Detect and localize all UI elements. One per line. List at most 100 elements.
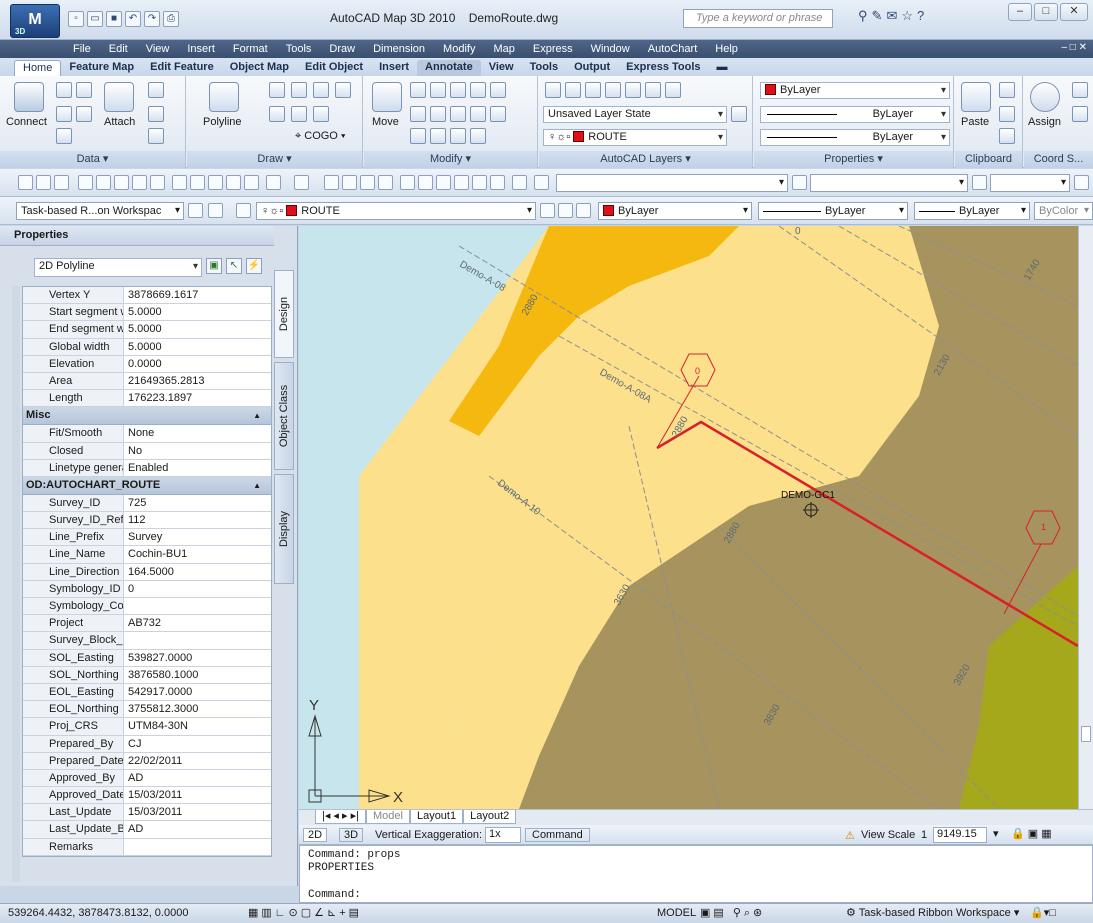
object-data-row[interactable]: Line_Prefix Survey xyxy=(23,529,271,547)
tab-design[interactable]: Design xyxy=(274,270,294,358)
minimize-button[interactable]: – xyxy=(1008,3,1032,21)
panel-clipboard-label[interactable]: Clipboard xyxy=(955,151,1022,168)
property-value[interactable]: UTM84-30N xyxy=(124,718,271,734)
object-data-row[interactable]: Line_Name Cochin-BU1 xyxy=(23,546,271,564)
tab-output[interactable]: Output xyxy=(566,60,618,76)
tab-layout1[interactable]: Layout1 xyxy=(409,810,464,824)
layer-previous-icon[interactable] xyxy=(585,82,601,98)
property-value[interactable] xyxy=(124,598,271,614)
table-icon[interactable] xyxy=(56,128,72,144)
layer-freeze-icon[interactable] xyxy=(645,82,661,98)
line-icon[interactable] xyxy=(291,82,307,98)
object-data-row[interactable]: Prepared_Date 22/02/2011 xyxy=(23,752,271,770)
tab-annotate[interactable]: Annotate xyxy=(417,60,481,76)
property-value[interactable]: 15/03/2011 xyxy=(124,804,271,820)
color-toolbar-select[interactable]: ByLayer xyxy=(598,202,752,220)
move-icon[interactable] xyxy=(372,82,402,112)
markup-icon[interactable] xyxy=(472,175,487,190)
object-data-row[interactable]: Last_Update 15/03/2011 xyxy=(23,804,271,822)
layer-properties-icon[interactable] xyxy=(545,82,561,98)
property-value[interactable]: 5.0000 xyxy=(124,304,271,320)
workspace-settings-icon[interactable] xyxy=(188,203,203,218)
properties-tb-icon[interactable] xyxy=(400,175,415,190)
erase-icon[interactable] xyxy=(470,128,486,144)
tab-nav-icon[interactable]: |◂ ◂ ▸ ▸| xyxy=(315,810,366,824)
object-data-row[interactable]: Last_Update_By AD xyxy=(23,821,271,839)
scale-icon[interactable] xyxy=(430,106,446,122)
publish-icon[interactable] xyxy=(114,175,129,190)
geometry-row[interactable]: Area 21649365.2813 xyxy=(23,372,271,391)
menu-format[interactable]: Format xyxy=(224,43,277,55)
command-window[interactable]: Command: props PROPERTIES Command: xyxy=(299,845,1093,903)
property-value[interactable]: 0.0000 xyxy=(124,356,271,372)
menu-help[interactable]: Help xyxy=(706,43,747,55)
paste-button[interactable]: Paste xyxy=(961,116,989,128)
trim-icon[interactable] xyxy=(470,106,486,122)
geometry-row[interactable]: Start segment wi...5.0000 xyxy=(23,304,271,322)
object-data-row[interactable]: Approved_By AD xyxy=(23,769,271,788)
point-icon[interactable] xyxy=(335,82,351,98)
property-value[interactable]: Cochin-BU1 xyxy=(124,546,271,562)
calculator-icon[interactable] xyxy=(490,175,505,190)
panel-draw-label[interactable]: Draw ▾ xyxy=(187,151,362,168)
object-data-row[interactable]: Symbology_Code xyxy=(23,598,271,616)
property-value[interactable]: AD xyxy=(124,821,271,837)
tab-insert[interactable]: Insert xyxy=(371,60,417,76)
panel-data-label[interactable]: Data ▾ xyxy=(0,151,185,168)
undo-tb-icon[interactable] xyxy=(266,175,281,190)
property-value[interactable]: 725 xyxy=(124,495,271,511)
cut-icon[interactable] xyxy=(999,82,1015,98)
polyline-button[interactable]: Polyline xyxy=(203,116,242,128)
quick-select-icon[interactable]: ⚡ xyxy=(246,258,262,274)
redo-icon[interactable]: ↷ xyxy=(144,11,160,27)
cogo-button[interactable]: ⌖ COGO ▾ xyxy=(295,130,346,143)
sheet-set-manager-icon[interactable] xyxy=(454,175,469,190)
view-2d-button[interactable]: 2D xyxy=(303,828,328,842)
break-icon[interactable] xyxy=(410,128,426,144)
menu-tools[interactable]: Tools xyxy=(277,43,321,55)
menu-modify[interactable]: Modify xyxy=(434,43,484,55)
copy-icon[interactable] xyxy=(430,82,446,98)
plot-icon[interactable] xyxy=(78,175,93,190)
zoom-window-icon[interactable] xyxy=(360,175,375,190)
layer-lock-icon[interactable] xyxy=(665,82,681,98)
explode-icon[interactable] xyxy=(490,82,506,98)
tab-feature-map[interactable]: Feature Map xyxy=(61,60,142,76)
property-value[interactable]: 164.5000 xyxy=(124,564,271,580)
copy-clip-icon[interactable] xyxy=(999,106,1015,122)
rotate-icon[interactable] xyxy=(410,82,426,98)
geometry-row[interactable]: Length 176223.1897 xyxy=(23,390,271,408)
property-value[interactable] xyxy=(124,839,271,855)
property-value[interactable]: 22/02/2011 xyxy=(124,753,271,769)
object-data-row[interactable]: EOL_Easting 542917.0000 xyxy=(23,683,271,702)
save-file-icon[interactable] xyxy=(54,175,69,190)
tab-model[interactable]: Model xyxy=(365,810,410,824)
panel-modify-label[interactable]: Modify ▾ xyxy=(364,151,537,168)
circle-icon[interactable] xyxy=(269,106,285,122)
od-category[interactable]: OD:AUTOCHART_ROUTE xyxy=(23,476,271,495)
tab-home[interactable]: Home xyxy=(14,60,62,76)
property-value[interactable]: 3876580.1000 xyxy=(124,667,271,683)
dim-style-select[interactable] xyxy=(810,174,968,192)
object-data-row[interactable]: SOL_Northing 3876580.1000 xyxy=(23,666,271,684)
property-value[interactable]: 539827.0000 xyxy=(124,650,271,666)
design-center-icon[interactable] xyxy=(418,175,433,190)
misc-category[interactable]: Misc xyxy=(23,407,271,426)
object-data-row[interactable]: Remarks xyxy=(23,838,271,856)
vertical-scroll-thumb[interactable] xyxy=(1081,726,1091,742)
property-value[interactable]: AD xyxy=(124,770,271,786)
model-button[interactable]: MODEL xyxy=(654,904,699,923)
match-properties-icon[interactable] xyxy=(999,128,1015,144)
geometry-row[interactable]: Global width 5.0000 xyxy=(23,338,271,356)
property-value[interactable]: 15/03/2011 xyxy=(124,787,271,803)
view-scale-input[interactable]: 9149.15 xyxy=(933,827,987,843)
layer-select[interactable]: ♀☼▫ ROUTE xyxy=(543,129,727,146)
document-window-controls[interactable]: – □ ✕ xyxy=(1061,42,1087,53)
block-editor-icon[interactable] xyxy=(244,175,259,190)
object-data-row[interactable]: Project AB732 xyxy=(23,615,271,633)
geometry-row[interactable]: Elevation 0.0000 xyxy=(23,355,271,373)
object-data-row[interactable]: Approved_Date 15/03/2011 xyxy=(23,787,271,805)
layer-state-manager-icon[interactable] xyxy=(731,106,747,122)
application-menu-button[interactable]: M 3D xyxy=(10,4,60,38)
multileader-style-icon[interactable] xyxy=(1074,175,1089,190)
